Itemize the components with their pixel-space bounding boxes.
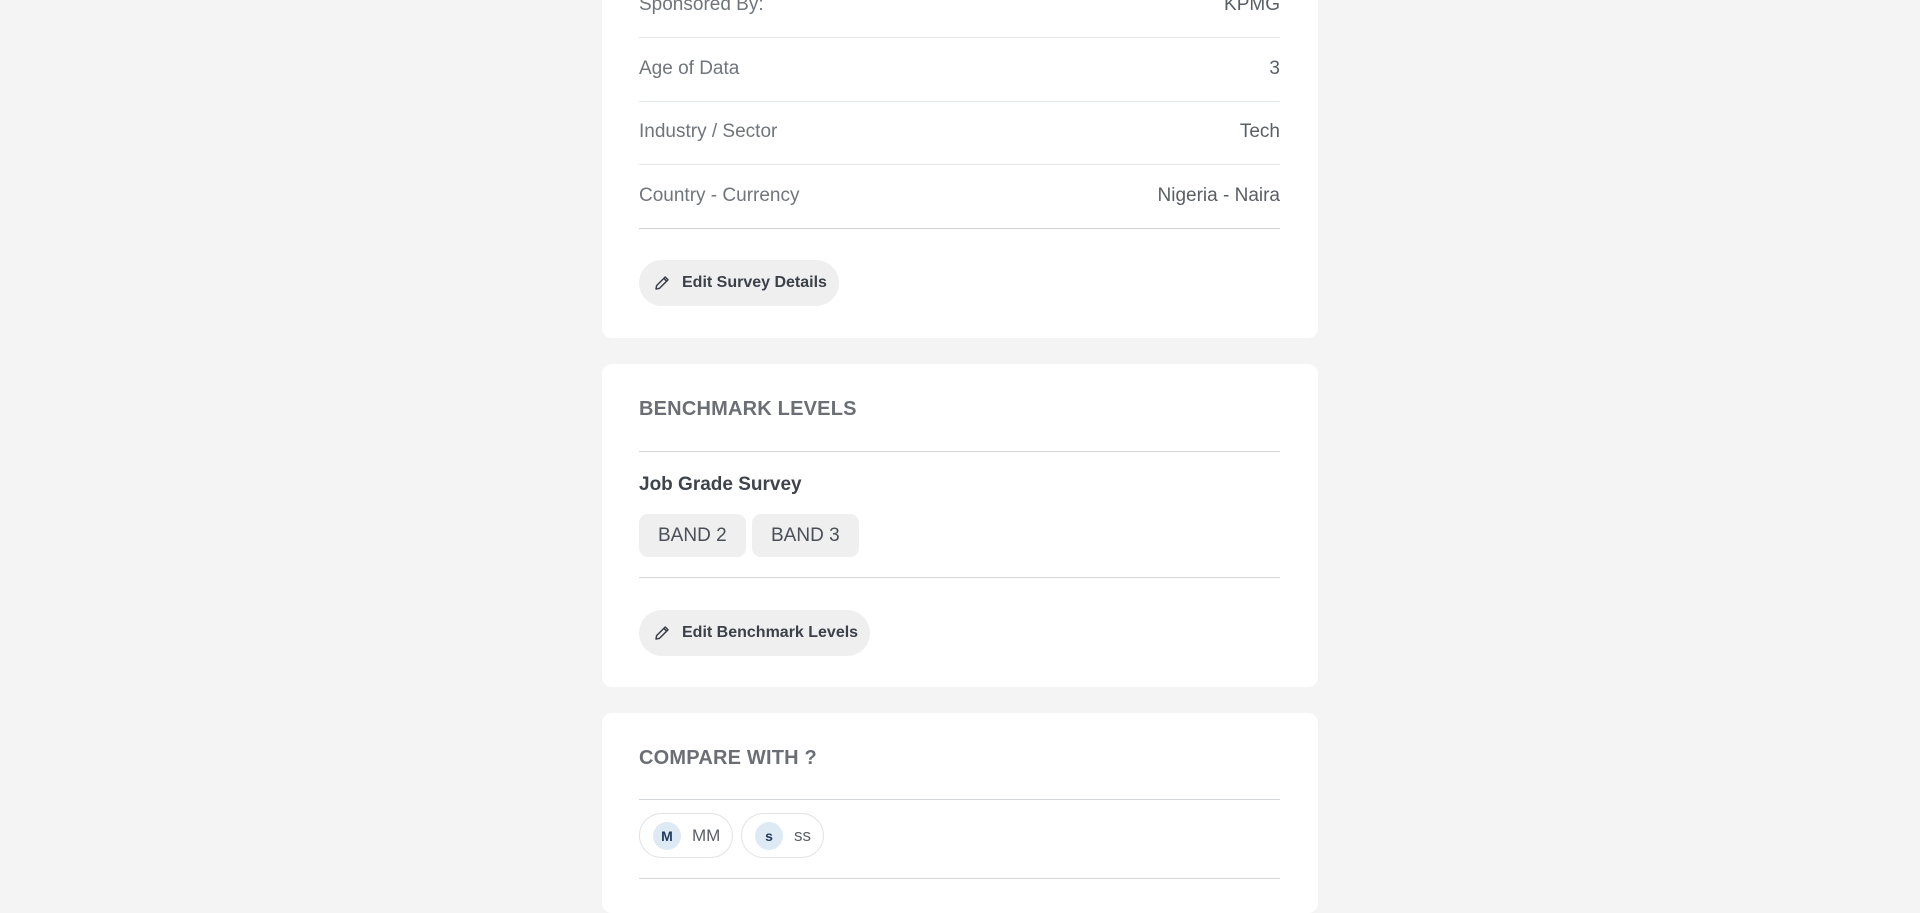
compare-option-name: MM (692, 825, 721, 845)
divider (639, 799, 1280, 800)
job-grade-survey-title: Job Grade Survey (639, 474, 802, 495)
detail-label: Sponsored By: (639, 0, 764, 15)
avatar: M (653, 821, 681, 850)
divider (639, 577, 1280, 578)
edit-benchmark-levels-label: Edit Benchmark Levels (682, 624, 859, 641)
compare-option-ss[interactable]: s ss (741, 813, 824, 858)
benchmark-levels-title: BENCHMARK LEVELS (639, 398, 857, 420)
detail-row-age-of-data: Age of Data 3 (639, 37, 1280, 102)
detail-label: Age of Data (639, 58, 740, 79)
detail-value: KPMG (1224, 0, 1280, 15)
detail-label: Country - Currency (639, 185, 800, 206)
avatar: s (755, 821, 783, 850)
edit-benchmark-levels-button[interactable]: Edit Benchmark Levels (639, 610, 871, 656)
pencil-icon (653, 274, 671, 292)
detail-row-sponsored-by: Sponsored By: KPMG (639, 0, 1280, 38)
detail-value: 3 (1269, 58, 1280, 79)
divider (639, 451, 1280, 452)
compare-with-title: COMPARE WITH ? (639, 747, 817, 769)
pencil-icon (653, 624, 671, 642)
detail-row-country-currency: Country - Currency Nigeria - Naira (639, 164, 1280, 229)
detail-value: Tech (1239, 121, 1280, 142)
band-chip: BAND 2 (639, 514, 746, 557)
edit-survey-details-label: Edit Survey Details (682, 274, 827, 291)
edit-survey-details-button[interactable]: Edit Survey Details (639, 260, 839, 306)
compare-option-name: ss (794, 825, 811, 845)
detail-label: Industry / Sector (639, 121, 778, 142)
compare-with-card: COMPARE WITH ? M MM s ss (602, 713, 1318, 913)
compare-option-mm[interactable]: M MM (639, 813, 734, 858)
band-chip: BAND 3 (752, 514, 859, 557)
benchmark-levels-card: BENCHMARK LEVELS Job Grade Survey BAND 2… (602, 364, 1318, 687)
detail-value: Nigeria - Naira (1157, 185, 1280, 206)
survey-details-card: Sponsored By: KPMG Age of Data 3 Industr… (602, 0, 1318, 338)
detail-row-industry-sector: Industry / Sector Tech (639, 100, 1280, 165)
